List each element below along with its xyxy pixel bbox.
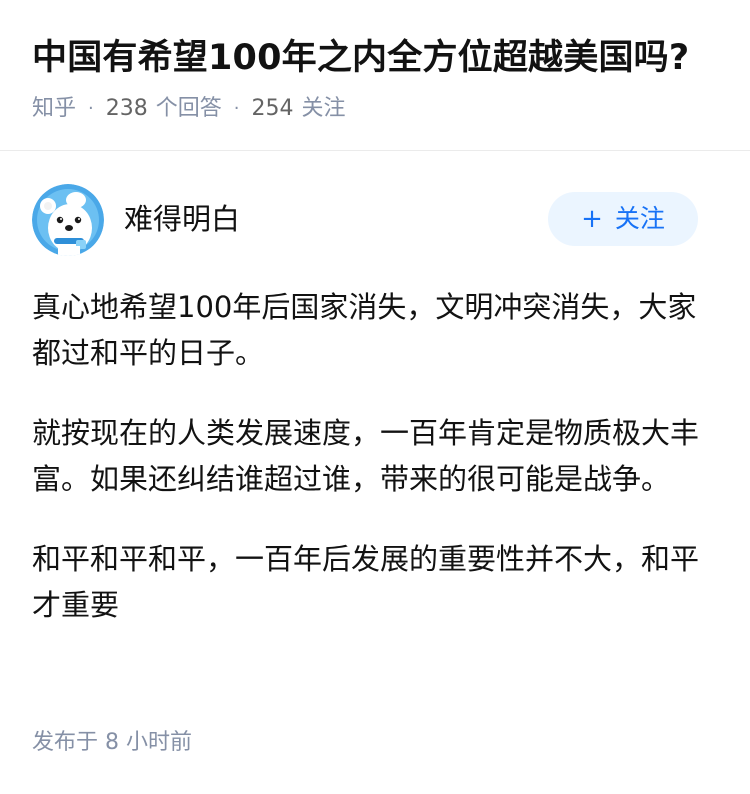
source-label[interactable]: 知乎 (32, 96, 76, 121)
plus-icon: + (581, 204, 603, 234)
author-avatar[interactable] (32, 184, 104, 256)
publish-label: 发布于 (32, 730, 99, 755)
answer-count[interactable]: 238 (106, 96, 148, 121)
author-info: 难得明白 + 关注 (32, 184, 718, 256)
follower-count-label: 关注 (301, 96, 346, 121)
meta-separator: · (88, 98, 94, 119)
question-header: 中国有希望100年之内全方位超越美国吗? 知乎 · 238 个回答 · 254 关注 (0, 0, 750, 151)
answer-paragraph: 真心地希望100年后国家消失，文明冲突消失，大家都过和平的日子。 (32, 290, 697, 370)
question-meta: 知乎 · 238 个回答 · 254 关注 (32, 93, 346, 125)
answer-count-label[interactable]: 个回答 (156, 96, 222, 121)
question-title[interactable]: 中国有希望100年之内全方位超越美国吗? (32, 36, 689, 80)
answer-content: 真心地希望100年后国家消失，文明冲突消失，大家都过和平的日子。 就按现在的人类… (32, 284, 722, 662)
author-name[interactable]: 难得明白 (124, 200, 240, 238)
publish-time-value: 8 小时前 (105, 730, 193, 755)
cartoon-bear-avatar-icon (32, 184, 104, 256)
follow-button[interactable]: + 关注 (548, 192, 698, 246)
follower-count: 254 (251, 96, 294, 121)
answer-paragraph: 和平和平和平，一百年后发展的重要性并不大，和平才重要 (32, 542, 700, 622)
follow-button-label: 关注 (614, 204, 665, 233)
publish-time: 发布于 8 小时前 (32, 727, 192, 759)
answer-paragraph: 就按现在的人类发展速度，一百年肯定是物质极大丰富。如果还纠结谁超过谁，带来的很可… (32, 416, 700, 496)
meta-separator: · (233, 98, 240, 119)
